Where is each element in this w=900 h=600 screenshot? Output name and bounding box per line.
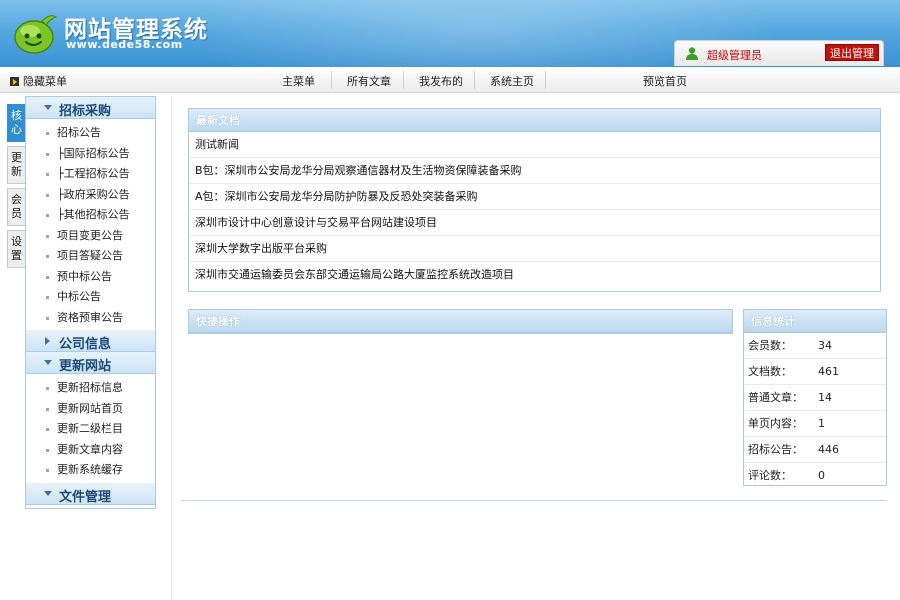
stat-label: 单页内容：: [748, 417, 803, 430]
quick-ops-title: 快捷操作: [189, 310, 732, 333]
stat-row: 招标公告： 446: [744, 437, 886, 463]
doc-row[interactable]: 测试新闻: [189, 132, 880, 158]
menu-group-label: 公司信息: [59, 337, 112, 352]
stat-label: 会员数：: [748, 339, 792, 352]
hide-menu-label: 隐藏菜单: [23, 75, 67, 88]
stat-label: 文档数：: [748, 365, 792, 378]
logout-button[interactable]: 退出管理: [825, 44, 879, 61]
menu-group-items: 招标公告 ├国际招标公告 ├工程招标公告 ├政府采购公告 ├其他招标公告 项目变…: [26, 119, 155, 330]
stat-row: 会员数： 34: [744, 333, 886, 359]
nav-main-menu[interactable]: 主菜单: [282, 73, 315, 89]
menu-item-update-subcolumns[interactable]: 更新二级栏目: [26, 419, 155, 440]
doc-row[interactable]: A包：深圳市公安局龙华分局防护防暴及反恐处突装备采购: [189, 184, 880, 210]
menu-item-intl-bid[interactable]: ├国际招标公告: [26, 144, 155, 165]
nav-system-home[interactable]: 系统主页: [490, 73, 534, 89]
nav-divider: [474, 71, 475, 89]
menu-item-project-qa[interactable]: 项目答疑公告: [26, 246, 155, 267]
nav-my-posts[interactable]: 我发布的: [419, 73, 463, 89]
stat-value: 1: [818, 417, 825, 430]
menu-group-label: 文件管理: [59, 489, 112, 505]
menu-item-update-cache[interactable]: 更新系统缓存: [26, 460, 155, 481]
user-name: 超级管理员: [707, 49, 762, 62]
nav-all-articles[interactable]: 所有文章: [347, 73, 391, 89]
stat-row: 文档数： 461: [744, 359, 886, 385]
latest-docs-panel: 最新文档 测试新闻 B包：深圳市公安局龙华分局观察通信器材及生活物资保障装备采购…: [188, 108, 881, 292]
stats-panel: 信息统计 会员数： 34 文档数： 461 普通文章： 14 单页内容： 1 招…: [743, 309, 887, 486]
footer-divider: [181, 500, 887, 501]
menu-group-items: 更新招标信息 更新网站首页 更新二级栏目 更新文章内容 更新系统缓存: [26, 374, 155, 483]
tab-core[interactable]: 核心: [7, 104, 25, 142]
menu-item-update-homepage[interactable]: 更新网站首页: [26, 399, 155, 420]
app-header: 网站管理系统 www.dede58.com 超级管理员 退出管理: [0, 0, 900, 67]
latest-docs-title: 最新文档: [189, 109, 880, 132]
menu-group-label: 更新网站: [59, 359, 112, 374]
tab-update[interactable]: 更新: [7, 146, 25, 184]
logo-icon: [14, 15, 58, 54]
nav-divider: [331, 71, 332, 89]
top-nav: 隐藏菜单 主菜单 所有文章 我发布的 系统主页 预览首页: [0, 67, 900, 93]
stat-row: 评论数： 0: [744, 463, 886, 489]
menu-item-bid-notice[interactable]: 招标公告: [26, 123, 155, 144]
quick-ops-panel: 快捷操作: [188, 309, 733, 334]
nav-divider: [545, 71, 546, 89]
user-box: 超级管理员 退出管理: [674, 40, 884, 66]
stat-value: 0: [818, 469, 825, 482]
side-menu: 招标采购 招标公告 ├国际招标公告 ├工程招标公告 ├政府采购公告 ├其他招标公…: [25, 96, 156, 509]
hide-menu-toggle[interactable]: 隐藏菜单: [10, 73, 67, 89]
doc-row[interactable]: 深圳市交通运输委员会东部交通运输局公路大厦监控系统改造项目: [189, 262, 880, 288]
stats-title: 信息统计: [744, 310, 886, 333]
chevron-down-icon: [44, 360, 52, 365]
doc-row[interactable]: 深圳市设计中心创意设计与交易平台网站建设项目: [189, 210, 880, 236]
menu-group-update-site[interactable]: 更新网站: [26, 352, 155, 374]
menu-item-award[interactable]: 中标公告: [26, 287, 155, 308]
play-icon: [10, 77, 19, 86]
chevron-down-icon: [44, 490, 52, 496]
menu-group-company[interactable]: 公司信息: [26, 330, 155, 352]
tab-settings[interactable]: 设置: [7, 230, 25, 268]
menu-group-label: 招标采购: [59, 104, 112, 119]
chevron-down-icon: [44, 105, 52, 110]
stat-label: 评论数：: [748, 469, 792, 482]
menu-item-other-bid[interactable]: ├其他招标公告: [26, 205, 155, 226]
menu-item-prequalification[interactable]: 资格预审公告: [26, 308, 155, 329]
doc-row[interactable]: B包：深圳市公安局龙华分局观察通信器材及生活物资保障装备采购: [189, 158, 880, 184]
menu-item-update-articles[interactable]: 更新文章内容: [26, 440, 155, 461]
nav-preview-home[interactable]: 预览首页: [643, 73, 687, 89]
site-url: www.dede58.com: [66, 38, 183, 51]
side-tabs: 核心 更新 会员 设置: [7, 104, 25, 272]
menu-item-gov-procurement[interactable]: ├政府采购公告: [26, 185, 155, 206]
stat-value: 34: [818, 339, 832, 352]
stat-value: 446: [818, 443, 839, 456]
menu-item-engineering-bid[interactable]: ├工程招标公告: [26, 164, 155, 185]
stat-value: 14: [818, 391, 832, 404]
doc-row[interactable]: 深圳大学数字出版平台采购: [189, 236, 880, 262]
menu-item-pre-award[interactable]: 预中标公告: [26, 267, 155, 288]
stat-label: 招标公告：: [748, 443, 803, 456]
menu-item-project-change[interactable]: 项目变更公告: [26, 226, 155, 247]
menu-item-update-bid-info[interactable]: 更新招标信息: [26, 378, 155, 399]
nav-divider: [403, 71, 404, 89]
user-icon: [686, 47, 698, 60]
menu-group-bidding[interactable]: 招标采购: [26, 97, 155, 119]
stat-label: 普通文章：: [748, 391, 803, 404]
stat-row: 普通文章： 14: [744, 385, 886, 411]
tab-members[interactable]: 会员: [7, 188, 25, 226]
menu-group-file-manager[interactable]: 文件管理: [26, 482, 155, 505]
stat-value: 461: [818, 365, 839, 378]
stat-row: 单页内容： 1: [744, 411, 886, 437]
chevron-right-icon: [45, 337, 50, 345]
content-divider: [171, 96, 172, 600]
